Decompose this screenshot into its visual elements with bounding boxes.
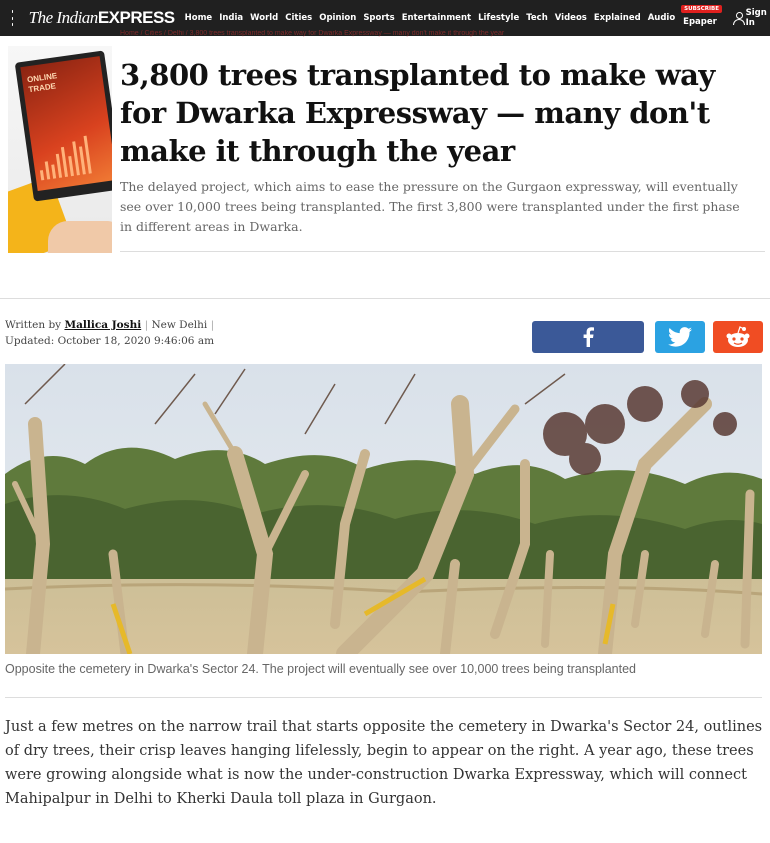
author-link[interactable]: Mallica Joshi bbox=[64, 319, 141, 331]
header-divider bbox=[120, 251, 765, 252]
side-thumbnail-image[interactable]: ONLINE TRADE bbox=[8, 46, 112, 253]
transplanted-trees-photo bbox=[5, 364, 762, 654]
nav-item-home[interactable]: Home bbox=[185, 13, 213, 23]
article-body-paragraph: Just a few metres on the narrow trail th… bbox=[5, 719, 763, 807]
breadcrumb[interactable]: Home / Cities / Delhi / 3,800 trees tran… bbox=[120, 30, 504, 37]
twitter-share-button[interactable] bbox=[655, 321, 705, 353]
nav-item-cities[interactable]: Cities bbox=[285, 13, 312, 23]
facebook-share-button[interactable] bbox=[532, 321, 644, 353]
sign-in-button[interactable]: Sign In bbox=[732, 8, 770, 28]
byline: Written by Mallica Joshi | New Delhi | U… bbox=[5, 317, 214, 349]
nav-item-opinion[interactable]: Opinion bbox=[319, 13, 356, 23]
nav-item-audio[interactable]: Audio bbox=[648, 13, 675, 23]
nav-item-videos[interactable]: Videos bbox=[555, 13, 587, 23]
user-icon bbox=[732, 11, 745, 25]
article-headline: 3,800 trees transplanted to make way for… bbox=[120, 58, 715, 168]
subscribe-badge[interactable]: SUBSCRIBE bbox=[681, 5, 723, 13]
screen-bars bbox=[36, 132, 101, 181]
main-nav: Home India World Cities Opinion Sports E… bbox=[185, 13, 676, 23]
reddit-share-button[interactable] bbox=[713, 321, 763, 353]
epaper-link[interactable]: SUBSCRIBE Epaper bbox=[681, 5, 723, 27]
article-standfirst: The delayed project, which aims to ease … bbox=[120, 179, 740, 234]
nav-item-explained[interactable]: Explained bbox=[594, 13, 641, 23]
updated-timestamp: Updated: October 18, 2020 9:46:06 am bbox=[5, 335, 215, 347]
site-logo[interactable]: The Indian EXPRESS bbox=[29, 8, 175, 28]
byline-separator: | bbox=[210, 319, 215, 331]
nav-item-lifestyle[interactable]: Lifestyle bbox=[478, 13, 519, 23]
nav-item-tech[interactable]: Tech bbox=[526, 13, 548, 23]
sign-in-label: Sign In bbox=[745, 8, 767, 28]
twitter-bird-icon bbox=[668, 327, 692, 347]
epaper-label: Epaper bbox=[683, 17, 717, 27]
logo-prefix: The Indian bbox=[28, 8, 99, 27]
nav-item-world[interactable]: World bbox=[250, 13, 278, 23]
nav-item-sports[interactable]: Sports bbox=[363, 13, 394, 23]
hand-illustration bbox=[48, 221, 112, 253]
reddit-alien-icon bbox=[726, 326, 750, 347]
facebook-f-icon bbox=[583, 327, 594, 347]
hamburger-menu-icon[interactable] bbox=[12, 10, 13, 26]
nav-item-india[interactable]: India bbox=[219, 13, 243, 23]
caption-divider bbox=[5, 697, 762, 698]
article-main-photo[interactable] bbox=[5, 364, 762, 654]
byline-location: New Delhi bbox=[151, 319, 208, 331]
laptop-screen-text: ONLINE TRADE bbox=[27, 71, 60, 95]
byline-row: Written by Mallica Joshi | New Delhi | bbox=[5, 317, 214, 333]
written-by-label: Written by bbox=[5, 319, 62, 331]
laptop-illustration: ONLINE TRADE bbox=[14, 50, 112, 202]
nav-item-entertainment[interactable]: Entertainment bbox=[402, 13, 471, 23]
photo-caption: Opposite the cemetery in Dwarka's Sector… bbox=[5, 662, 636, 676]
section-divider bbox=[0, 298, 770, 299]
logo-suffix: EXPRESS bbox=[97, 8, 175, 27]
